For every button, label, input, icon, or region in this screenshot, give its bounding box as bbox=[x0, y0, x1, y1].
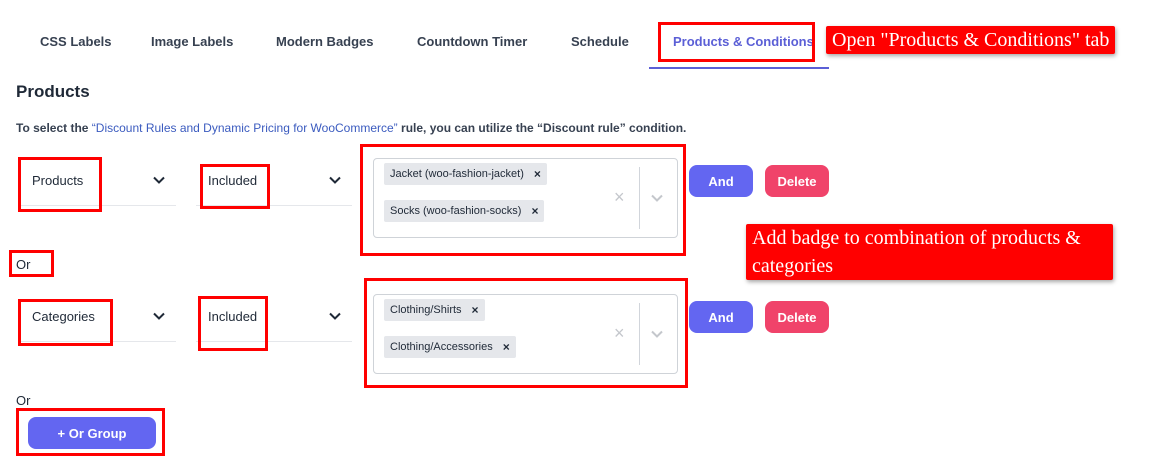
annotation-highlight bbox=[18, 157, 102, 212]
annotation-highlight bbox=[9, 250, 54, 277]
annotation-highlight bbox=[198, 296, 268, 351]
chevron-down-icon bbox=[329, 176, 341, 184]
annotation-highlight bbox=[18, 299, 113, 346]
annotation-highlight bbox=[200, 164, 270, 209]
delete-button[interactable]: Delete bbox=[765, 165, 829, 197]
annotation-highlight bbox=[658, 22, 815, 62]
tab-css-labels[interactable]: CSS Labels bbox=[40, 34, 112, 52]
tab-image-labels[interactable]: Image Labels bbox=[151, 34, 233, 52]
annotation-highlight bbox=[364, 278, 688, 388]
chevron-down-icon bbox=[153, 176, 165, 184]
tab-modern-badges[interactable]: Modern Badges bbox=[276, 34, 374, 52]
or-separator: Or bbox=[16, 393, 31, 408]
tab-schedule[interactable]: Schedule bbox=[571, 34, 629, 52]
intro-suffix: rule, you can utilize the “Discount rule… bbox=[397, 121, 687, 135]
and-button[interactable]: And bbox=[689, 165, 753, 197]
annotation-highlight bbox=[360, 144, 686, 256]
discount-rules-link[interactable]: “Discount Rules and Dynamic Pricing for … bbox=[92, 121, 398, 135]
chevron-down-icon bbox=[153, 312, 165, 320]
section-title: Products bbox=[16, 82, 90, 101]
active-tab-indicator bbox=[649, 67, 829, 69]
intro-prefix: To select the bbox=[16, 121, 92, 135]
combination-annotation-callout: Add badge to combination of products & c… bbox=[746, 224, 1113, 280]
tab-annotation-callout: Open "Products & Conditions" tab bbox=[826, 26, 1116, 54]
and-button[interactable]: And bbox=[689, 301, 753, 333]
annotation-highlight bbox=[16, 408, 165, 456]
chevron-down-icon bbox=[329, 312, 341, 320]
intro-text: To select the “Discount Rules and Dynami… bbox=[16, 121, 686, 135]
tab-countdown-timer[interactable]: Countdown Timer bbox=[417, 34, 527, 52]
delete-button[interactable]: Delete bbox=[765, 301, 829, 333]
